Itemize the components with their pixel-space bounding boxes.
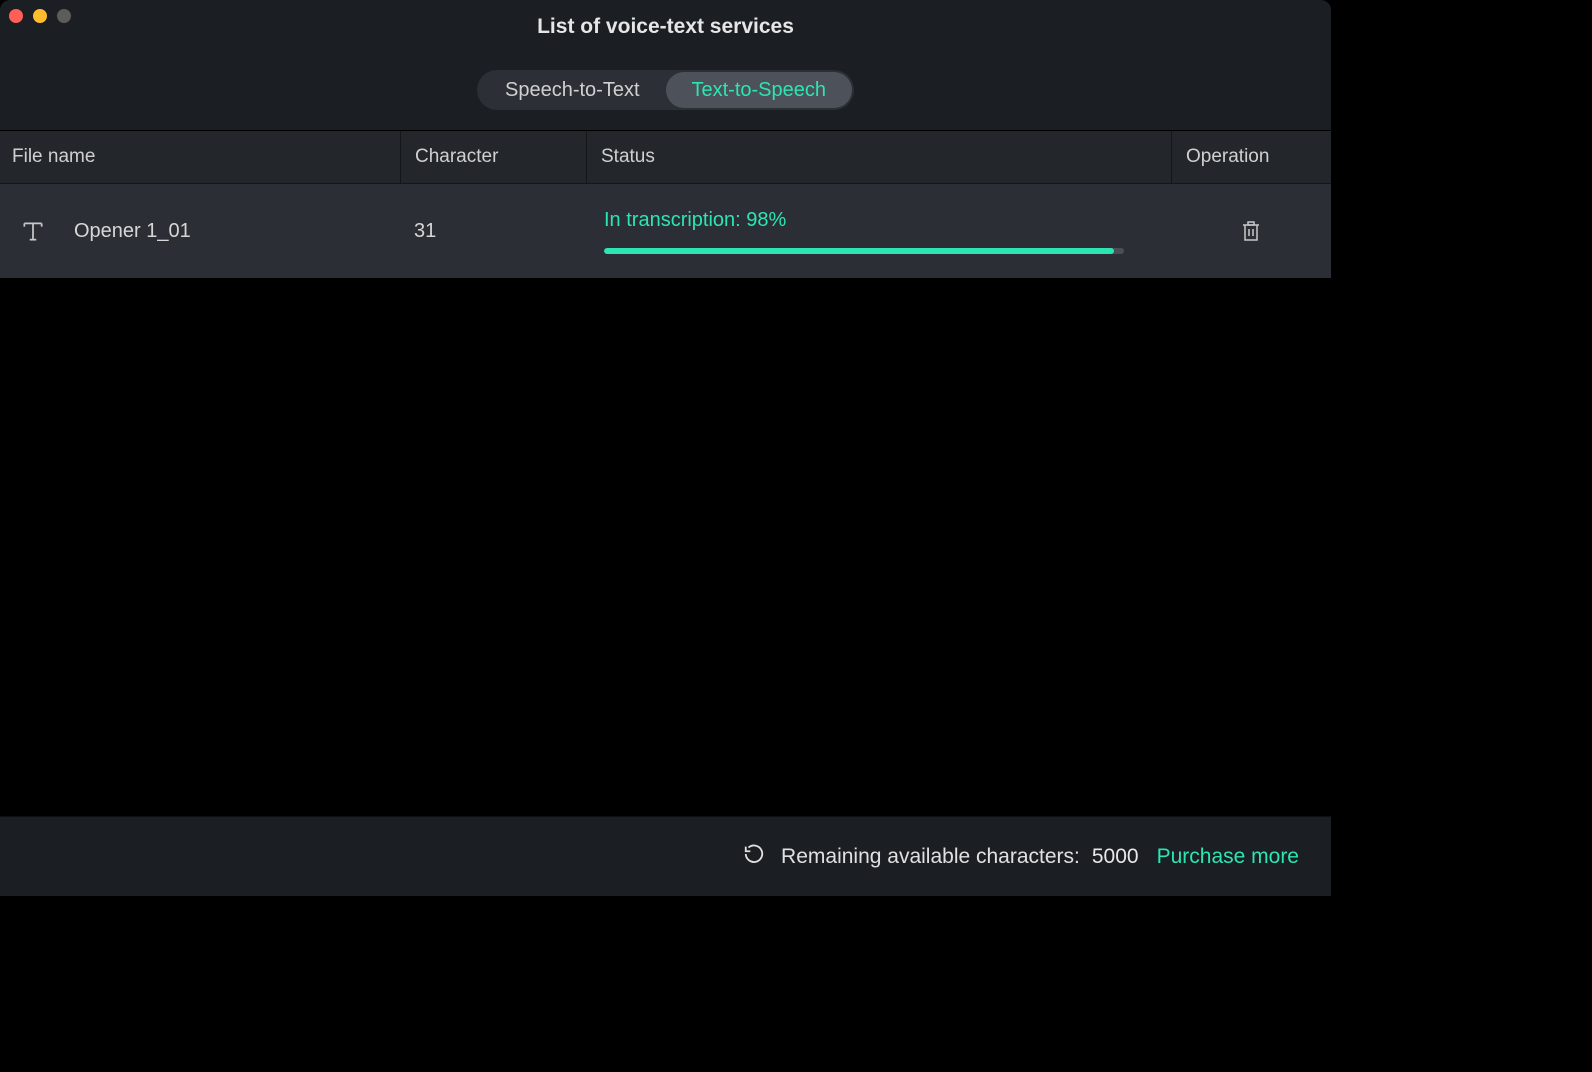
- progress-fill: [604, 248, 1114, 254]
- tab-text-to-speech[interactable]: Text-to-Speech: [666, 72, 853, 108]
- tab-bar: Speech-to-Text Text-to-Speech: [0, 50, 1331, 130]
- cell-file-name: Opener 1_01: [0, 184, 400, 278]
- column-header-operation-label: Operation: [1186, 146, 1269, 168]
- tab-speech-to-text[interactable]: Speech-to-Text: [479, 72, 666, 108]
- cell-character: 31: [400, 184, 586, 278]
- tab-group: Speech-to-Text Text-to-Speech: [477, 70, 854, 110]
- footer-bar: Remaining available characters: 5000 Pur…: [0, 816, 1331, 896]
- maximize-window-button: [57, 9, 71, 23]
- minimize-window-button[interactable]: [33, 9, 47, 23]
- cell-status: In transcription: 98%: [586, 184, 1171, 278]
- progress-bar: [604, 248, 1124, 254]
- window-controls: [9, 9, 71, 23]
- refresh-icon[interactable]: [743, 843, 765, 871]
- app-window: List of voice-text services Speech-to-Te…: [0, 0, 1331, 896]
- status-text: In transcription: 98%: [604, 209, 1171, 232]
- character-count: 31: [414, 220, 436, 243]
- table-row: Opener 1_01 31 In transcription: 98%: [0, 184, 1331, 278]
- column-header-character-label: Character: [415, 146, 498, 168]
- main-content: File name Character Status Operation Ope…: [0, 130, 1331, 896]
- window-title: List of voice-text services: [537, 15, 794, 39]
- purchase-more-link[interactable]: Purchase more: [1157, 845, 1299, 869]
- column-header-file-name: File name: [0, 146, 400, 168]
- cell-operation: [1171, 184, 1331, 278]
- delete-button[interactable]: [1239, 219, 1263, 243]
- remaining-characters-count: 5000: [1092, 845, 1139, 869]
- column-header-status-label: Status: [601, 146, 655, 168]
- remaining-characters-label: Remaining available characters:: [781, 845, 1080, 869]
- column-header-status: Status: [586, 131, 1171, 183]
- column-header-character: Character: [400, 131, 586, 183]
- file-name-text: Opener 1_01: [74, 220, 191, 243]
- table-header-row: File name Character Status Operation: [0, 130, 1331, 184]
- column-header-operation: Operation: [1171, 131, 1331, 183]
- text-file-icon: [20, 218, 46, 244]
- close-window-button[interactable]: [9, 9, 23, 23]
- empty-table-area: [0, 278, 1331, 816]
- titlebar: List of voice-text services: [0, 0, 1331, 50]
